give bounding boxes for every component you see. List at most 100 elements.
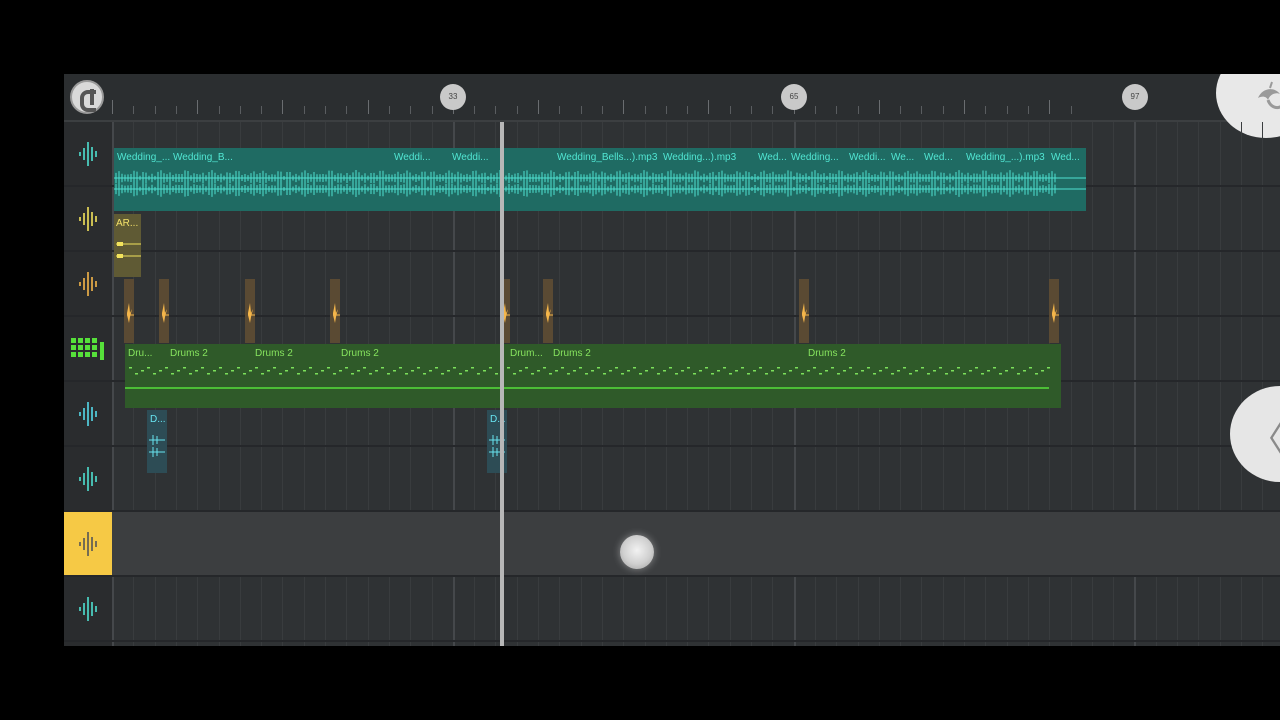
ruler-tick [921, 106, 923, 114]
track-header-3[interactable] [64, 252, 112, 317]
lane-8[interactable] [112, 577, 1280, 642]
ruler-tick [175, 106, 177, 114]
playlist-window: 33 65 97 Wedding_... Wedding_B... Weddi.… [64, 74, 1280, 646]
track-header-5[interactable] [64, 382, 112, 447]
clip-label: Wed... [758, 152, 787, 163]
ruler-tick [729, 106, 731, 114]
audio-clip-hit[interactable] [330, 279, 340, 343]
clip-label: Wedding_Bells...).mp3 [557, 152, 658, 163]
snap-magnet-button[interactable] [70, 80, 104, 114]
ruler-tick [857, 106, 859, 114]
ruler-tick [218, 106, 220, 114]
ruler-tick [580, 106, 582, 114]
audio-waveform [489, 435, 505, 457]
ruler-tick [687, 106, 689, 114]
ruler-tick [133, 106, 135, 114]
ruler-tick [559, 106, 561, 114]
audio-waveform [162, 303, 169, 323]
ruler-tick [538, 100, 539, 114]
ruler-tick [325, 106, 326, 114]
clip-label: Wedding_...).mp3 [966, 152, 1045, 163]
lane-6[interactable] [112, 447, 1280, 512]
ruler-tick [985, 106, 987, 114]
ruler-tick [623, 100, 625, 114]
timeline-ruler[interactable]: 33 65 97 [64, 74, 1280, 138]
audio-waveform [248, 303, 255, 323]
bar-marker-97[interactable]: 97 [1122, 84, 1148, 110]
lane-7-selected[interactable] [112, 512, 1280, 577]
ruler-tick [644, 106, 646, 114]
audio-waveform [802, 303, 809, 323]
bar-marker-65[interactable]: 65 [781, 84, 807, 110]
audio-waveform [546, 303, 553, 323]
audio-clip-hit[interactable] [159, 279, 169, 343]
clip-label: Wedding_B... [173, 152, 233, 163]
audio-clip-hit[interactable] [543, 279, 553, 343]
ruler-tick [410, 106, 412, 114]
waveform-icon [79, 271, 97, 296]
clip-label: Wedding... [791, 152, 839, 163]
audio-waveform [149, 435, 165, 457]
clip-label: Drums 2 [553, 348, 591, 359]
audio-clip-ar[interactable]: AR... [114, 214, 141, 277]
chevron-left-icon: 〈 [1250, 412, 1280, 461]
ruler-tick [814, 106, 816, 114]
track-header-2[interactable] [64, 187, 112, 252]
track-header-6[interactable] [64, 447, 112, 512]
ruler-tick [1070, 106, 1072, 114]
track-header-4[interactable] [64, 317, 112, 382]
clip-label: Wedding...).mp3 [663, 152, 737, 163]
bar-marker-33[interactable]: 33 [440, 84, 466, 110]
audio-waveform [127, 303, 134, 323]
touch-indicator [620, 535, 654, 569]
track-header-1[interactable] [64, 122, 112, 187]
ruler-tick [282, 100, 284, 114]
clip-label: Dru... [128, 348, 153, 359]
ruler-tick [708, 100, 710, 114]
audio-clip-hit[interactable] [1049, 279, 1059, 343]
ruler-tick [1006, 106, 1008, 114]
clip-label: Weddi... [452, 152, 489, 163]
ruler-tick [346, 106, 348, 114]
ruler-tick [772, 106, 774, 114]
track-header-column [64, 122, 112, 646]
ruler-tick [154, 106, 156, 114]
clip-label: Wed... [924, 152, 953, 163]
ruler-tick [665, 106, 667, 114]
clip-label: Wedding_... [117, 152, 171, 163]
waveform-icon [79, 141, 97, 166]
ruler-tick [751, 106, 752, 114]
ruler-tick [112, 100, 113, 114]
fruit-logo-icon [1258, 81, 1280, 110]
ruler-tick [197, 100, 199, 114]
ruler-tick [431, 106, 433, 114]
ruler-tick [1027, 106, 1029, 114]
waveform-icon [79, 531, 97, 556]
clip-label: Weddi... [849, 152, 886, 163]
playhead[interactable] [500, 122, 504, 646]
clip-label: Wed... [1051, 152, 1080, 163]
lane-3[interactable] [112, 252, 1280, 317]
ruler-tick [261, 106, 263, 114]
playlist-grid[interactable]: Wedding_... Wedding_B... Weddi... Weddi.… [112, 122, 1280, 646]
ruler-tick [601, 106, 603, 114]
waveform-icon [79, 206, 97, 231]
clip-label: Drums 2 [170, 348, 208, 359]
waveform-icon [79, 466, 97, 491]
audio-clip-hit[interactable] [799, 279, 809, 343]
audio-clip-d-2[interactable]: D... [487, 410, 507, 473]
ruler-tick [388, 106, 390, 114]
ruler-tick [516, 106, 518, 114]
audio-clip-hit[interactable] [245, 279, 255, 343]
track-header-8[interactable] [64, 577, 112, 642]
track-header-7-selected[interactable] [64, 512, 112, 577]
pattern-clip-drums[interactable]: Dru... Drums 2 Drums 2 Drums 2 Drum... D… [125, 344, 1061, 408]
ruler-tick [495, 106, 497, 114]
audio-clip-wedding-bells[interactable]: Wedding_... Wedding_B... Weddi... Weddi.… [114, 148, 1086, 211]
ruler-tick [239, 106, 241, 114]
ruler-tick [303, 106, 305, 114]
audio-clip-hit[interactable] [124, 279, 134, 343]
waveform-icon [79, 596, 97, 621]
audio-clip-d-1[interactable]: D... [147, 410, 167, 473]
ruler-tick [942, 106, 944, 114]
